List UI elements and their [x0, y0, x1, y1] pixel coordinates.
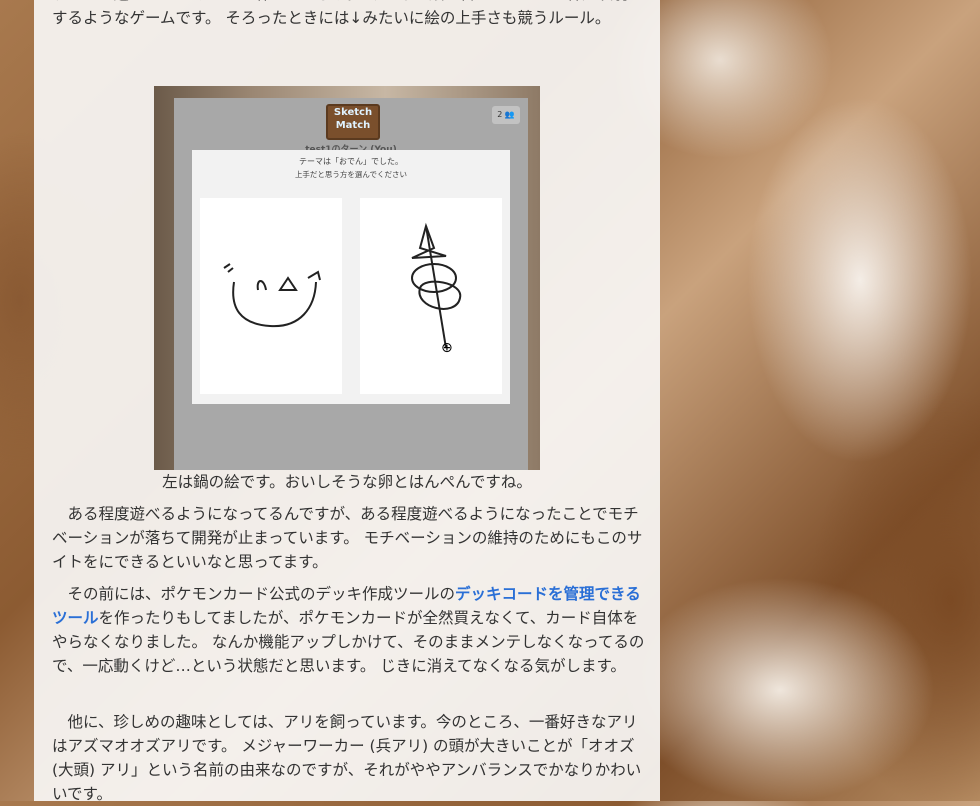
paragraph-3: その前には、ポケモンカード公式のデッキ作成ツールのデッキコードを管理できるツール…	[52, 582, 646, 678]
instruction-text: 上手だと思う方を選んでください	[294, 170, 408, 179]
paragraph-intro: ゲームが遊べるWebサイトを作っています。 みんなで絵を書いて、それで神経衰弱を…	[52, 0, 644, 27]
user-count: 2	[497, 110, 503, 119]
game-screenshot-image[interactable]: Sketch Match 2 👥 test1のターン (You) テーマは「おで…	[154, 86, 540, 470]
paragraph-4: 他に、珍しめの趣味としては、アリを飼っています。今のところ、一番好きなアリはアズ…	[52, 713, 642, 803]
vote-panel: テーマは「おでん」でした。 上手だと思う方を選んでください	[192, 150, 510, 404]
figure-caption: 左は鍋の絵です。おいしそうな卵とはんぺんですね。	[162, 473, 532, 491]
users-icon: 👥	[504, 110, 515, 119]
paragraph-3-before: その前には、ポケモンカード公式のデッキ作成ツールの	[67, 585, 456, 603]
oden-skewer-drawing	[411, 222, 462, 349]
drawing-card-left[interactable]	[200, 198, 342, 394]
zoom-cursor-icon: ⊕	[441, 340, 453, 356]
drawing-card-right[interactable]	[360, 198, 502, 394]
paragraph-3-after: を作ったりもしてましたが、ポケモンカードが全然買えなくて、カード自体をやらなくな…	[52, 609, 645, 675]
pot-drawing	[223, 263, 321, 328]
paragraph-2: ある程度遊べるようになってるんですが、ある程度遊べるようになったことでモチベーシ…	[52, 505, 643, 571]
game-app-window: Sketch Match 2 👥 test1のターン (You) テーマは「おで…	[174, 98, 528, 470]
logo-line-2: Match	[335, 120, 371, 131]
article-content: ゲームが遊べるWebサイトを作っています。 みんなで絵を書いて、それで神経衰弱を…	[34, 0, 660, 803]
theme-text: テーマは「おでん」でした。	[299, 157, 403, 166]
user-count-badge: 2 👥	[492, 106, 520, 124]
sketch-match-logo: Sketch Match	[326, 104, 380, 140]
logo-line-1: Sketch	[333, 107, 373, 118]
